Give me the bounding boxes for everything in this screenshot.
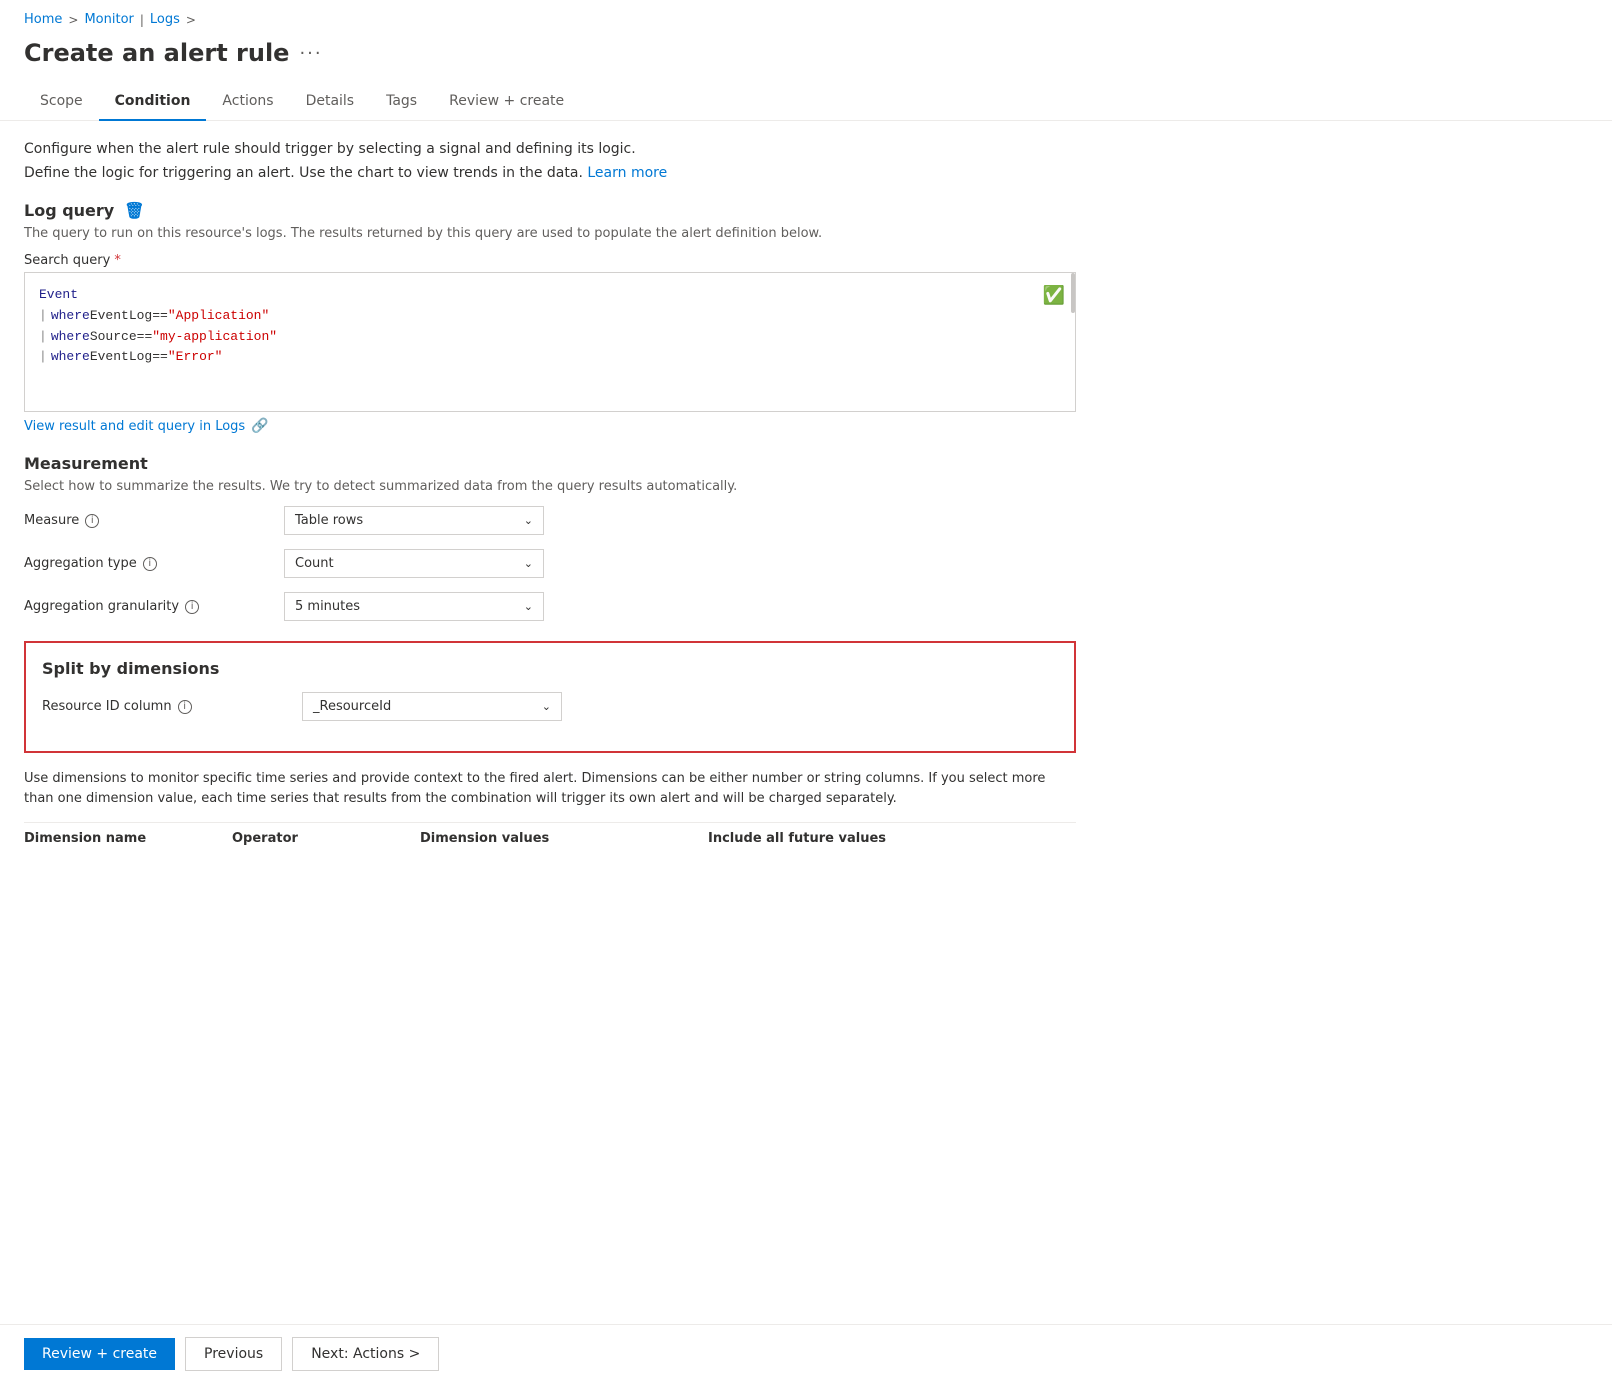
log-query-desc: The query to run on this resource's logs… <box>24 226 1076 241</box>
aggregation-granularity-label: Aggregation granularity i <box>24 599 284 614</box>
learn-more-link[interactable]: Learn more <box>587 165 667 181</box>
code-line-3: | where Source == "my-application" <box>39 327 1061 348</box>
scrollbar <box>1071 273 1075 313</box>
code-line-2: | where EventLog == "Application" <box>39 306 1061 327</box>
resource-id-chevron-icon: ⌄ <box>542 700 551 713</box>
aggregation-granularity-row: Aggregation granularity i 5 minutes ⌄ <box>24 592 1076 621</box>
tab-review-create[interactable]: Review + create <box>433 83 580 121</box>
breadcrumb-home[interactable]: Home <box>24 12 62 27</box>
tab-tags[interactable]: Tags <box>370 83 433 121</box>
aggregation-type-row: Aggregation type i Count ⌄ <box>24 549 1076 578</box>
search-query-container: Search query * ✅ Event | where EventLog … <box>24 253 1076 412</box>
breadcrumb-sep2: | <box>140 13 144 27</box>
footer-bar: Review + create Previous Next: Actions > <box>0 1324 1612 1383</box>
split-by-dimensions-section: Split by dimensions Resource ID column i… <box>24 641 1076 753</box>
resource-id-dropdown[interactable]: _ResourceId ⌄ <box>302 692 562 721</box>
dim-header-future: Include all future values <box>708 831 908 846</box>
breadcrumb-sep3: > <box>186 13 196 27</box>
page-title: Create an alert rule <box>24 39 289 67</box>
measure-info-icon[interactable]: i <box>85 514 99 528</box>
resource-id-info-icon[interactable]: i <box>178 700 192 714</box>
measurement-title: Measurement <box>24 454 1076 473</box>
more-options-button[interactable]: ··· <box>299 43 322 64</box>
previous-button[interactable]: Previous <box>185 1337 282 1371</box>
aggregation-type-dropdown[interactable]: Count ⌄ <box>284 549 544 578</box>
dimension-table-header: Dimension name Operator Dimension values… <box>24 822 1076 854</box>
dim-header-name: Dimension name <box>24 831 224 846</box>
breadcrumb-sep1: > <box>68 13 78 27</box>
resource-id-row: Resource ID column i _ResourceId ⌄ <box>42 692 1058 721</box>
aggregation-granularity-info-icon[interactable]: i <box>185 600 199 614</box>
resource-id-label: Resource ID column i <box>42 699 302 714</box>
aggregation-granularity-chevron-icon: ⌄ <box>524 600 533 613</box>
view-query-in-logs-link[interactable]: View result and edit query in Logs 🔗 <box>24 418 1076 434</box>
tab-bar: Scope Condition Actions Details Tags Rev… <box>0 83 1612 121</box>
measure-dropdown[interactable]: Table rows ⌄ <box>284 506 544 535</box>
aggregation-type-label: Aggregation type i <box>24 556 284 571</box>
split-title: Split by dimensions <box>42 659 1058 678</box>
tab-scope[interactable]: Scope <box>24 83 99 121</box>
aggregation-type-info-icon[interactable]: i <box>143 557 157 571</box>
required-marker: * <box>114 253 121 268</box>
measurement-section: Measurement Select how to summarize the … <box>24 454 1076 621</box>
aggregation-type-chevron-icon: ⌄ <box>524 557 533 570</box>
next-actions-button[interactable]: Next: Actions > <box>292 1337 439 1371</box>
code-line-1: Event <box>39 285 1061 306</box>
tab-condition[interactable]: Condition <box>99 83 207 121</box>
dim-header-values: Dimension values <box>420 831 700 846</box>
breadcrumb-logs[interactable]: Logs <box>150 12 180 27</box>
measure-chevron-icon: ⌄ <box>524 514 533 527</box>
log-query-section-title: Log query 🗑 <box>24 201 1076 220</box>
query-valid-icon: ✅ <box>1043 283 1065 312</box>
aggregation-granularity-dropdown[interactable]: 5 minutes ⌄ <box>284 592 544 621</box>
measurement-desc: Select how to summarize the results. We … <box>24 479 1076 494</box>
breadcrumb-monitor[interactable]: Monitor <box>84 12 133 27</box>
review-create-button[interactable]: Review + create <box>24 1338 175 1370</box>
measure-row: Measure i Table rows ⌄ <box>24 506 1076 535</box>
code-line-4: | where EventLog == "Error" <box>39 347 1061 368</box>
condition-desc1: Configure when the alert rule should tri… <box>24 141 1076 157</box>
page-title-container: Create an alert rule ··· <box>0 35 1612 83</box>
main-content: Configure when the alert rule should tri… <box>0 141 1100 854</box>
search-query-label: Search query * <box>24 253 1076 268</box>
delete-query-button[interactable]: 🗑 <box>124 201 144 220</box>
split-desc: Use dimensions to monitor specific time … <box>24 769 1076 808</box>
tab-actions[interactable]: Actions <box>206 83 289 121</box>
breadcrumb: Home > Monitor | Logs > <box>0 0 1612 35</box>
external-link-icon: 🔗 <box>251 418 268 434</box>
measure-label: Measure i <box>24 513 284 528</box>
search-query-editor[interactable]: ✅ Event | where EventLog == "Application… <box>24 272 1076 412</box>
tab-details[interactable]: Details <box>290 83 371 121</box>
dim-header-operator: Operator <box>232 831 412 846</box>
condition-desc2: Define the logic for triggering an alert… <box>24 165 1076 181</box>
